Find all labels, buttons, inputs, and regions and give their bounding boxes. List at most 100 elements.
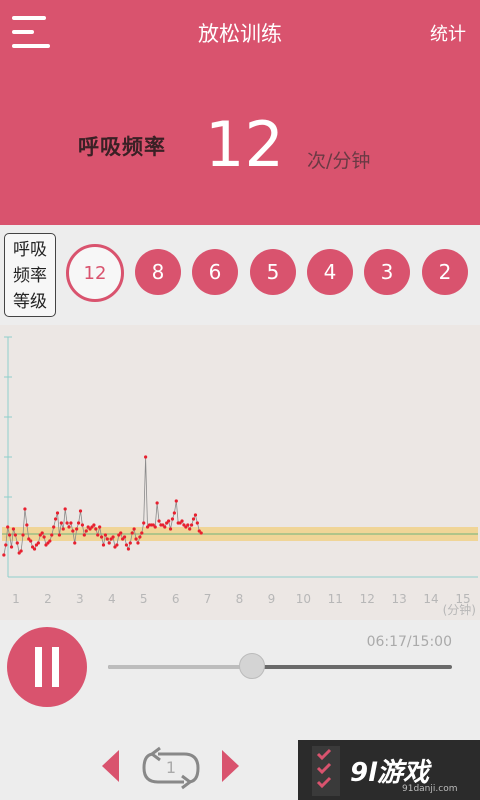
player-bar: 06:17/15:00 <box>0 620 480 740</box>
data-point <box>75 527 79 531</box>
data-point <box>42 535 46 539</box>
x-tick-label: 1 <box>12 592 20 606</box>
data-point <box>63 507 67 511</box>
data-point <box>55 511 60 515</box>
level-option-3[interactable]: 3 <box>364 249 410 295</box>
data-point <box>195 521 199 525</box>
data-point <box>50 533 54 537</box>
data-point <box>126 547 130 551</box>
progress-fill <box>108 665 253 669</box>
data-point <box>82 533 86 537</box>
data-point <box>172 511 176 515</box>
data-point <box>40 531 44 535</box>
data-point <box>168 527 173 531</box>
previous-arrow-icon[interactable] <box>102 750 119 782</box>
x-axis-label: (分钟) <box>443 602 476 617</box>
repeat-count: 1 <box>165 758 177 777</box>
x-tick-label: 13 <box>392 592 407 606</box>
data-point <box>67 525 71 529</box>
data-point <box>174 499 178 503</box>
watermark-url: 91danji.com <box>402 784 458 794</box>
bottom-bar: 1 9l游戏 91danji.com <box>0 740 480 800</box>
level-option-8[interactable]: 8 <box>135 249 181 295</box>
data-point <box>52 525 56 529</box>
data-point <box>170 517 175 521</box>
data-point <box>80 523 85 527</box>
x-tick-label: 7 <box>204 592 212 606</box>
data-point <box>8 533 12 537</box>
data-point <box>128 541 132 545</box>
data-point <box>153 525 157 529</box>
pause-button[interactable] <box>7 627 87 707</box>
progress-slider[interactable] <box>108 653 452 679</box>
checklist-icon <box>312 746 340 796</box>
data-point <box>163 525 167 529</box>
x-tick-label: 3 <box>76 592 84 606</box>
data-point <box>65 521 69 525</box>
data-point <box>142 521 146 525</box>
data-point <box>2 553 6 557</box>
data-point <box>191 517 196 521</box>
data-point <box>25 523 29 527</box>
data-point <box>61 527 65 531</box>
data-point <box>105 537 109 541</box>
x-tick-label: 6 <box>172 592 180 606</box>
data-point <box>78 509 83 513</box>
x-tick-label: 2 <box>44 592 52 606</box>
x-tick-label: 8 <box>236 592 244 606</box>
data-point <box>13 533 17 537</box>
data-point <box>119 531 123 535</box>
slider-thumb[interactable] <box>239 653 266 679</box>
level-option-2[interactable]: 2 <box>422 249 468 295</box>
data-point <box>4 543 8 547</box>
data-point <box>23 507 27 511</box>
data-point <box>69 521 73 525</box>
data-point <box>155 501 159 505</box>
data-point <box>157 519 161 523</box>
data-point <box>15 541 19 545</box>
data-point <box>92 523 96 527</box>
rate-label: 呼吸频率 <box>78 135 166 159</box>
data-point <box>11 527 16 531</box>
data-point <box>59 521 63 525</box>
data-point <box>186 523 190 527</box>
stats-button[interactable]: 统计 <box>430 20 466 46</box>
data-point <box>132 527 136 531</box>
level-option-5[interactable]: 5 <box>250 249 296 295</box>
watermark-logo: 9l游戏 91danji.com <box>298 740 480 800</box>
data-point <box>101 543 106 547</box>
data-point <box>6 525 10 529</box>
x-tick-label: 10 <box>296 592 311 606</box>
next-arrow-icon[interactable] <box>222 750 239 782</box>
data-point <box>190 523 194 527</box>
header-bar: 放松训练 统计 呼吸频率 12 次/分钟 <box>0 0 480 225</box>
repeat-button[interactable]: 1 <box>136 744 206 792</box>
data-point <box>188 527 192 531</box>
data-point <box>9 545 14 549</box>
data-point <box>199 531 203 535</box>
level-option-6[interactable]: 6 <box>192 249 238 295</box>
data-point <box>98 525 102 529</box>
rate-unit: 次/分钟 <box>307 150 371 172</box>
data-point <box>107 541 111 545</box>
data-point <box>138 535 142 539</box>
data-point <box>94 527 98 531</box>
level-option-12[interactable]: 12 <box>66 244 124 302</box>
data-point <box>122 535 127 539</box>
x-tick-label: 9 <box>268 592 276 606</box>
data-point <box>167 519 171 523</box>
data-point <box>96 533 100 537</box>
data-point <box>115 543 119 547</box>
data-point <box>111 535 115 539</box>
x-tick-label: 5 <box>140 592 148 606</box>
data-point <box>144 455 148 459</box>
data-point <box>29 539 33 543</box>
data-point <box>32 547 37 551</box>
data-point <box>124 543 129 547</box>
data-point <box>53 517 58 521</box>
breathing-chart: 1 2 3 4 5 6 7 8 9 10 11 12 13 14 15 (分钟) <box>0 325 480 620</box>
data-point <box>103 533 107 537</box>
level-option-4[interactable]: 4 <box>307 249 353 295</box>
data-point <box>180 519 184 523</box>
data-point <box>134 537 138 541</box>
